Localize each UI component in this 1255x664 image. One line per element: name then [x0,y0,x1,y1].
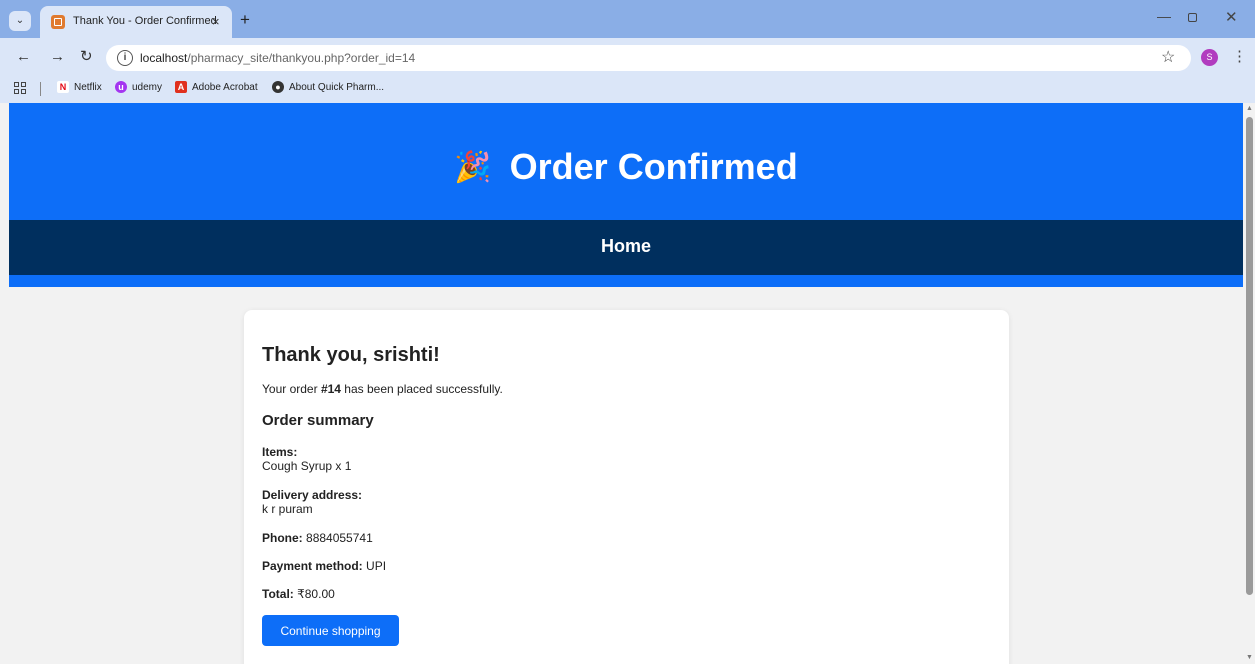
bookmark-adobe-acrobat[interactable]: A Adobe Acrobat [175,81,258,93]
bookmark-star-icon[interactable]: ☆ [1161,47,1175,67]
bookmarks-divider [40,82,41,96]
restore-icon[interactable] [1188,13,1197,22]
url-text[interactable]: localhost/pharmacy_site/thankyou.php?ord… [140,51,415,65]
page-header: 🎉 Order Confirmed [9,103,1243,220]
continue-shopping-button[interactable]: Continue shopping [262,615,399,646]
window-close-icon[interactable]: ✕ [1225,8,1238,26]
acrobat-icon: A [175,81,187,93]
tab-title: Thank You - Order Confirmed [73,15,217,27]
reload-icon[interactable]: ↻ [80,47,93,65]
party-popper-icon: 🎉 [454,151,492,184]
browser-tab[interactable]: Thank You - Order Confirmed × [40,6,232,38]
address-value: k r puram [262,502,313,516]
tab-favicon-icon [51,15,65,29]
globe-icon: ● [272,81,284,93]
page-title: Order Confirmed [509,146,798,187]
phone-row: Phone: 8884055741 [262,531,373,545]
udemy-icon: u [115,81,127,93]
address-label: Delivery address: [262,488,363,502]
nav-home-link[interactable]: Home [9,236,1243,257]
scroll-down-arrow-icon[interactable]: ▼ [1246,654,1253,661]
order-number: #14 [320,382,341,396]
bookmark-udemy[interactable]: u udemy [115,81,162,93]
minimize-icon[interactable]: — [1157,8,1171,24]
header-strip [9,275,1243,287]
scroll-up-arrow-icon[interactable]: ▲ [1246,105,1253,112]
browser-menu-icon[interactable]: ⋮ [1232,47,1247,65]
bookmark-about-quick-pharm[interactable]: ● About Quick Pharm... [272,81,384,93]
profile-avatar[interactable]: S [1201,49,1218,66]
order-confirmation-card: Thank you, srishti! Your order #14 has b… [244,310,1009,664]
nav-bar: Home [9,220,1243,275]
thank-you-heading: Thank you, srishti! [262,344,440,366]
items-value: Cough Syrup x 1 [262,459,352,473]
payment-row: Payment method: UPI [262,559,387,573]
scrollbar-thumb[interactable] [1246,117,1253,595]
items-label: Items: [262,445,298,459]
page-viewport: 🎉 Order Confirmed Home Thank you, srishti… [9,103,1243,664]
site-info-icon[interactable]: i [117,50,133,66]
total-row: Total: ₹80.00 [262,587,335,601]
bookmark-netflix[interactable]: N Netflix [57,81,102,93]
forward-icon[interactable]: → [50,48,65,65]
new-tab-button[interactable]: + [240,10,250,30]
order-placed-message: Your order #14 has been placed successfu… [262,382,503,396]
order-summary-heading: Order summary [262,412,374,429]
netflix-icon: N [57,81,69,93]
tab-search-icon[interactable]: ⌄ [9,11,31,31]
tab-close-icon[interactable]: × [212,14,220,29]
apps-grid-icon[interactable] [14,82,26,94]
back-icon[interactable]: ← [16,48,31,65]
